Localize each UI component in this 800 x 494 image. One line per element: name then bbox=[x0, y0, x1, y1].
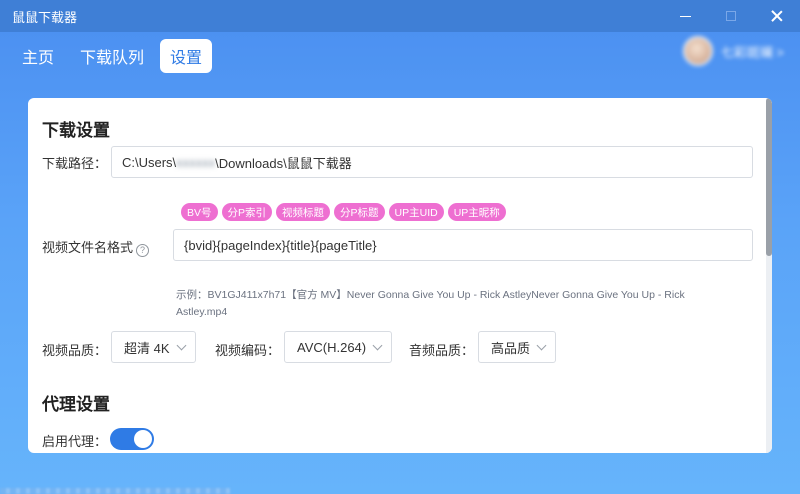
path-suffix: \Downloads\鼠鼠下载器 bbox=[215, 155, 352, 171]
tag-page-title[interactable]: 分P标题 bbox=[334, 203, 385, 221]
video-quality-value: 超清 4K bbox=[124, 340, 170, 356]
audio-quality-value: 高品质 bbox=[491, 340, 531, 356]
tab-home[interactable]: 主页 bbox=[12, 39, 64, 73]
maximize-button[interactable] bbox=[708, 0, 754, 32]
toggle-knob bbox=[134, 430, 152, 448]
video-codec-value: AVC(H.264) bbox=[297, 339, 367, 355]
proxy-settings-title: 代理设置 bbox=[42, 395, 110, 414]
video-codec-select[interactable]: AVC(H.264) bbox=[284, 331, 393, 363]
close-button[interactable] bbox=[754, 0, 800, 32]
filename-format-input[interactable]: {bvid}{pageIndex}{title}{pageTitle} bbox=[173, 229, 753, 261]
video-quality-select[interactable]: 超清 4K bbox=[111, 331, 196, 363]
tag-bvid[interactable]: BV号 bbox=[181, 203, 218, 221]
window-controls bbox=[662, 0, 800, 32]
chevron-down-icon bbox=[372, 340, 383, 350]
enable-proxy-toggle[interactable] bbox=[110, 428, 154, 450]
audio-quality-select[interactable]: 高品质 bbox=[478, 331, 557, 363]
filename-format-label: 视频文件名格式? bbox=[42, 237, 150, 257]
help-icon[interactable]: ? bbox=[136, 243, 150, 257]
video-quality-label: 视频品质： bbox=[42, 343, 108, 358]
vertical-scrollbar[interactable] bbox=[766, 98, 772, 453]
download-path-label: 下载路径： bbox=[42, 156, 108, 171]
tag-page-index[interactable]: 分P索引 bbox=[221, 203, 273, 221]
audio-quality-label: 音频品质： bbox=[409, 343, 475, 358]
enable-proxy-label: 启用代理： bbox=[42, 434, 108, 449]
video-codec-label: 视频编码： bbox=[215, 343, 281, 358]
tab-download-queue[interactable]: 下载队列 bbox=[70, 39, 154, 73]
close-icon bbox=[771, 10, 783, 22]
chevron-down-icon bbox=[536, 340, 547, 350]
chevron-down-icon bbox=[176, 340, 186, 350]
user-profile[interactable]: 七彩斑斓 > bbox=[682, 36, 784, 66]
path-username: xxxxxx bbox=[176, 154, 216, 170]
filename-format-label-text: 视频文件名格式 bbox=[42, 240, 134, 255]
settings-panel: 下载设置 下载路径： C:\Users\ xxxxxx \Downloads\鼠鼠下… bbox=[28, 98, 772, 453]
tag-up-nickname[interactable]: UP主昵称 bbox=[447, 203, 506, 221]
filename-example: 示例：BV1GJ411x7h71【官方 MV】Never Gonna Give … bbox=[176, 289, 685, 318]
minimize-button[interactable] bbox=[662, 0, 708, 32]
tab-settings[interactable]: 设置 bbox=[160, 39, 213, 73]
avatar[interactable] bbox=[682, 36, 713, 66]
username[interactable]: 七彩斑斓 > bbox=[721, 42, 784, 61]
download-settings-title: 下载设置 bbox=[42, 121, 110, 140]
path-prefix: C:\Users\ bbox=[122, 154, 177, 170]
scrollbar-thumb[interactable] bbox=[766, 98, 772, 256]
filename-variable-tags: BV号 分P索引 视频标题 分P标题 UP主UID UP主昵称 bbox=[181, 203, 506, 221]
main-nav: 主页 下载队列 设置 bbox=[12, 39, 213, 73]
app-title: 鼠鼠下载器 bbox=[12, 9, 78, 25]
download-path-input[interactable]: C:\Users\ xxxxxx \Downloads\鼠鼠下载器 bbox=[111, 146, 753, 178]
tag-video-title[interactable]: 视频标题 bbox=[276, 203, 331, 221]
minimize-icon bbox=[679, 15, 691, 17]
title-bar: 鼠鼠下载器 bbox=[0, 0, 800, 32]
tag-up-uid[interactable]: UP主UID bbox=[388, 203, 444, 221]
maximize-icon bbox=[726, 11, 736, 21]
blurred-background-artifact bbox=[0, 488, 230, 494]
